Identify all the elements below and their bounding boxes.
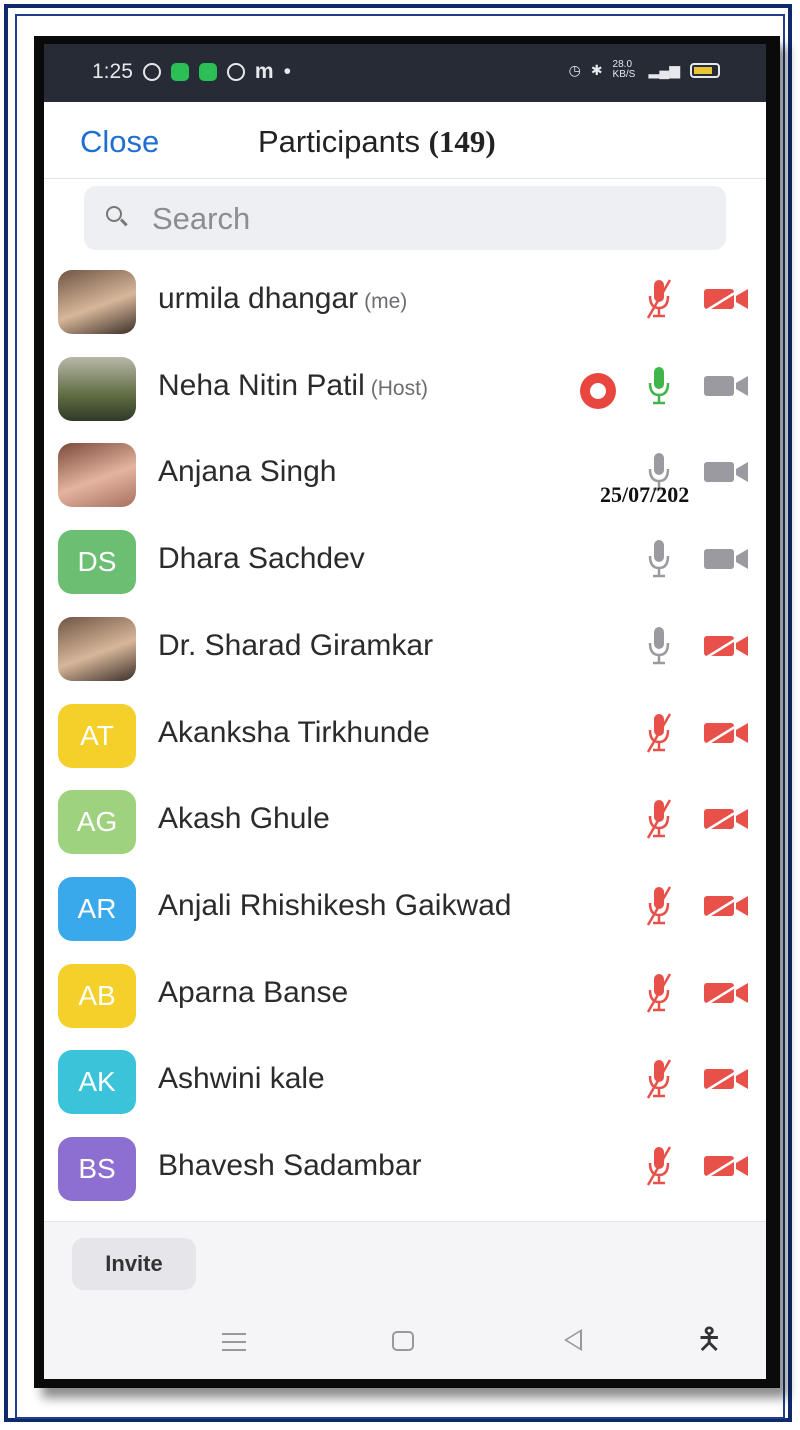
bottom-toolbar: Invite — [44, 1221, 766, 1308]
mic-muted-icon[interactable] — [646, 1056, 672, 1104]
participant-count: (149) — [428, 124, 496, 159]
video-off-icon[interactable] — [702, 631, 750, 660]
participant-name: Ashwini kale — [158, 1062, 325, 1096]
participant-name: urmila dhangar (me) — [158, 282, 407, 316]
participant-name: Anjali Rhishikesh Gaikwad — [158, 889, 512, 923]
participants-header: Close Participants (149) — [44, 102, 766, 179]
phone-screen: 1:25 m • ◷ ✱ 28.0 KB/S ▂▄▆ Close Partici… — [44, 44, 766, 1379]
participant-name: Akanksha Tirkhunde — [158, 716, 430, 750]
battery-icon — [690, 62, 720, 78]
participant-name: Akash Ghule — [158, 802, 330, 836]
video-off-icon[interactable] — [702, 1065, 750, 1094]
search-bar[interactable] — [84, 186, 726, 252]
participant-row[interactable]: BS Bhavesh Sadambar — [44, 1125, 766, 1211]
bluetooth-icon: ✱ — [590, 61, 603, 78]
avatar — [58, 616, 136, 681]
participant-name-text: Dhara Sachdev — [158, 542, 365, 576]
network-speed: 28.0 KB/S — [612, 59, 636, 80]
participant-name-text: Bhavesh Sadambar — [158, 1149, 422, 1182]
video-off-icon[interactable] — [702, 718, 750, 747]
participant-name-text: Anjana Singh — [158, 455, 337, 489]
app-letter-icon: m — [254, 60, 274, 83]
participant-name-text: Dr. Sharad Giramkar — [158, 628, 434, 662]
alarm-icon: ◷ — [568, 61, 581, 78]
participant-name: Dr. Sharad Giramkar — [158, 629, 433, 663]
microphone-icon[interactable] — [646, 623, 672, 671]
participant-name-text: Neha Nitin Patil — [158, 368, 365, 402]
participant-row[interactable]: Neha Nitin Patil (Host) — [44, 345, 766, 431]
back-nav-icon[interactable] — [564, 1329, 582, 1351]
avatar: AR — [58, 876, 136, 941]
search-icon — [106, 206, 122, 222]
participant-row[interactable]: AG Akash Ghule — [44, 778, 766, 864]
participant-name-text: urmila dhangar — [158, 282, 359, 315]
participant-row[interactable]: AR Anjali Rhishikesh Gaikwad — [44, 865, 766, 951]
status-bar: 1:25 m • ◷ ✱ 28.0 KB/S ▂▄▆ — [44, 44, 766, 102]
video-camera-icon[interactable] — [702, 546, 750, 572]
participant-row[interactable]: DS Dhara Sachdev — [44, 518, 766, 604]
microphone-icon[interactable] — [646, 536, 672, 584]
home-nav-icon[interactable] — [392, 1331, 414, 1351]
signal-icon: ▂▄▆ — [648, 61, 680, 78]
participant-name: Neha Nitin Patil (Host) — [158, 369, 428, 403]
participant-role-tag: (Host) — [370, 376, 428, 400]
participant-row[interactable]: AB Aparna Banse — [44, 952, 766, 1038]
microphone-icon[interactable] — [646, 363, 672, 411]
participant-row[interactable]: urmila dhangar (me) — [44, 258, 766, 344]
invite-button[interactable]: Invite — [72, 1238, 196, 1290]
recording-icon — [580, 372, 616, 409]
phone-app-icon — [198, 63, 217, 81]
mic-muted-icon[interactable] — [646, 883, 672, 931]
status-time: 1:25 — [92, 60, 133, 83]
participant-name: Anjana Singh — [158, 455, 336, 489]
system-nav-bar: 🯅 — [44, 1307, 766, 1379]
dot-icon: • — [283, 60, 291, 83]
menu-nav-icon[interactable] — [222, 1333, 246, 1351]
app-icon — [226, 63, 245, 81]
video-off-icon[interactable] — [702, 284, 750, 314]
overlay-date: 25/07/202 — [600, 482, 690, 507]
video-off-icon[interactable] — [702, 891, 750, 920]
avatar: AG — [58, 790, 136, 855]
participant-name-text: Anjali Rhishikesh Gaikwad — [158, 888, 512, 922]
avatar: BS — [58, 1137, 136, 1201]
video-off-icon[interactable] — [702, 1151, 750, 1181]
avatar: DS — [58, 530, 136, 595]
mic-muted-icon[interactable] — [646, 1143, 672, 1191]
participant-name-text: Aparna Banse — [158, 975, 349, 1009]
chat-app-icon — [170, 63, 189, 81]
avatar — [58, 356, 136, 421]
participant-row[interactable]: AK Ashwini kale — [44, 1038, 766, 1124]
mic-muted-icon[interactable] — [646, 710, 672, 758]
participant-role-tag: (me) — [364, 290, 408, 313]
participant-name: Aparna Banse — [158, 976, 348, 1010]
accessibility-icon[interactable]: 🯅 — [696, 1325, 722, 1355]
mic-muted-icon[interactable] — [646, 276, 672, 324]
participant-row[interactable]: AT Akanksha Tirkhunde — [44, 692, 766, 778]
close-button[interactable]: Close — [80, 124, 159, 160]
video-camera-icon[interactable] — [702, 459, 750, 485]
participant-name: Dhara Sachdev — [158, 542, 365, 576]
participant-row[interactable]: Dr. Sharad Giramkar — [44, 605, 766, 691]
search-input[interactable] — [150, 186, 714, 252]
page-title: Participants (149) — [258, 124, 496, 160]
participant-name-text: Akash Ghule — [158, 802, 330, 836]
participant-name-text: Akanksha Tirkhunde — [158, 715, 430, 749]
avatar — [58, 270, 136, 334]
video-camera-icon[interactable] — [702, 373, 750, 399]
video-off-icon[interactable] — [702, 805, 750, 834]
avatar: AK — [58, 1050, 136, 1115]
avatar — [58, 443, 136, 508]
avatar: AT — [58, 703, 136, 768]
whatsapp-icon — [142, 63, 161, 81]
mic-muted-icon[interactable] — [646, 970, 672, 1018]
avatar: AB — [58, 963, 136, 1028]
participant-name: Bhavesh Sadambar — [158, 1149, 422, 1183]
video-off-icon[interactable] — [702, 978, 750, 1007]
mic-muted-icon[interactable] — [646, 796, 672, 844]
participant-name-text: Ashwini kale — [158, 1062, 325, 1096]
title-text: Participants — [258, 124, 420, 159]
